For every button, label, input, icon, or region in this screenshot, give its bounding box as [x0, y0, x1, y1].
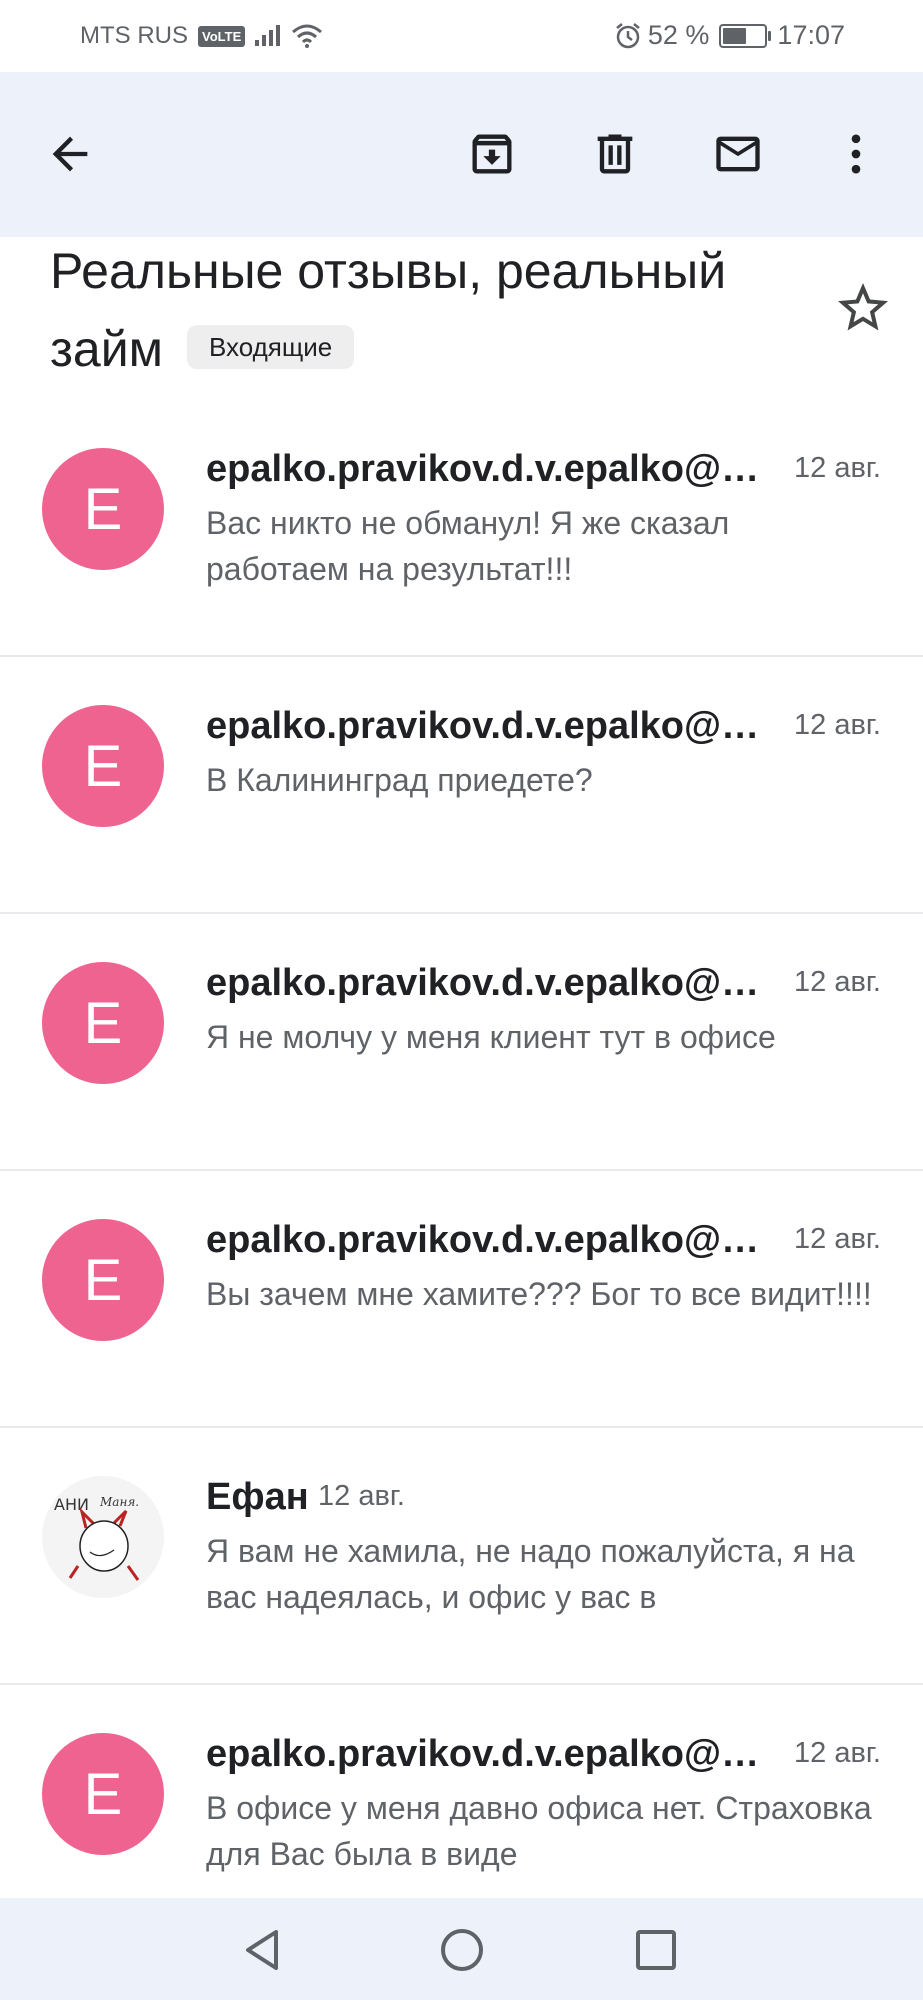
- avatar-drawing[interactable]: АНИ Маня.: [42, 1476, 164, 1598]
- message-date: 12 авг.: [794, 1737, 881, 1769]
- sender-name: epalko.pravikov.d.v.epalko@gmail.com: [206, 962, 776, 1004]
- signal-icon: [255, 25, 281, 46]
- clock: 17:07: [777, 20, 845, 50]
- subject-title: Реальные отзывы, реальный займ: [50, 243, 727, 377]
- doodle-avatar-icon: АНИ Маня.: [54, 1495, 140, 1581]
- more-vert-icon: [851, 134, 861, 174]
- nav-back-icon[interactable]: [236, 1922, 292, 1978]
- message-snippet: Вы зачем мне хамите??? Бог то все видит!…: [206, 1276, 872, 1312]
- avatar[interactable]: E: [42, 1219, 164, 1341]
- trash-icon: [597, 134, 633, 174]
- message-date: 12 авг.: [794, 452, 881, 484]
- nav-recents-icon[interactable]: [628, 1922, 684, 1978]
- archive-icon: [472, 134, 512, 174]
- app-bar: [0, 72, 923, 237]
- message-snippet: В Калининград приедете?: [206, 762, 593, 798]
- message-snippet: Вас никто не обманул! Я же сказал работа…: [206, 505, 730, 587]
- avatar[interactable]: E: [42, 962, 164, 1084]
- message-row[interactable]: E epalko.pravikov.d.v.epalko@gmail.com 1…: [0, 657, 923, 914]
- message-snippet: Я не молчу у меня клиент тут в офисе: [206, 1019, 776, 1055]
- sender-name: epalko.pravikov.d.v.epalko@gmail.com: [206, 448, 776, 490]
- arrow-back-icon: [52, 136, 88, 172]
- status-bar: MTS RUS VoLTE 52 % 17:07: [0, 0, 923, 72]
- message-snippet: В офисе у меня давно офиса нет. Страховк…: [206, 1790, 872, 1872]
- sender-name: epalko.pravikov.d.v.epalko@gmail.com: [206, 705, 776, 747]
- message-thread: E epalko.pravikov.d.v.epalko@gmail.com 1…: [0, 400, 923, 1940]
- message-row[interactable]: E epalko.pravikov.d.v.epalko@gmail.com 1…: [0, 914, 923, 1171]
- archive-button[interactable]: [452, 114, 532, 194]
- avatar[interactable]: E: [42, 448, 164, 570]
- back-button[interactable]: [30, 114, 110, 194]
- sender-name: epalko.pravikov.d.v.epalko@gmail.com: [206, 1219, 776, 1261]
- message-date: 12 авг.: [794, 709, 881, 741]
- svg-text:АНИ: АНИ: [54, 1495, 89, 1514]
- message-date: 12 авг.: [794, 966, 881, 998]
- inbox-label-chip[interactable]: Входящие: [186, 324, 355, 369]
- email-subject: Реальные отзывы, реальный займ Входящие: [50, 232, 810, 388]
- carrier-label: MTS RUS: [80, 22, 188, 49]
- wifi-icon: [292, 24, 323, 48]
- status-right: 52 % 17:07: [614, 20, 845, 51]
- avatar[interactable]: E: [42, 1733, 164, 1855]
- more-options-button[interactable]: [816, 114, 896, 194]
- star-icon[interactable]: [833, 278, 893, 338]
- subject-block: Реальные отзывы, реальный займ Входящие: [50, 232, 870, 388]
- mail-icon: [716, 136, 760, 172]
- svg-text:Маня.: Маня.: [99, 1495, 139, 1509]
- message-date: 12 авг.: [794, 1223, 881, 1255]
- volte-badge: VoLTE: [198, 25, 246, 47]
- sender-name: epalko.pravikov.d.v.epalko@gmail.com: [206, 1733, 776, 1775]
- delete-button[interactable]: [575, 114, 655, 194]
- avatar[interactable]: E: [42, 705, 164, 827]
- message-row[interactable]: АНИ Маня. Ефан 12 авг. Я вам не хамила, …: [0, 1428, 923, 1685]
- message-snippet: Я вам не хамила, не надо пожалуйста, я н…: [206, 1533, 855, 1615]
- battery-percent: 52 %: [647, 20, 710, 50]
- message-row[interactable]: E epalko.pravikov.d.v.epalko@gmail.com 1…: [0, 1171, 923, 1428]
- status-left: MTS RUS VoLTE: [80, 22, 323, 50]
- message-date: 12 авг.: [318, 1480, 405, 1512]
- nav-home-icon[interactable]: [434, 1922, 490, 1978]
- battery-icon: [719, 23, 772, 48]
- mark-unread-button[interactable]: [698, 114, 778, 194]
- alarm-icon: [616, 22, 640, 48]
- message-row[interactable]: E epalko.pravikov.d.v.epalko@gmail.com 1…: [0, 400, 923, 657]
- system-nav-bar: [0, 1898, 923, 2000]
- sender-name: Ефан: [206, 1476, 309, 1518]
